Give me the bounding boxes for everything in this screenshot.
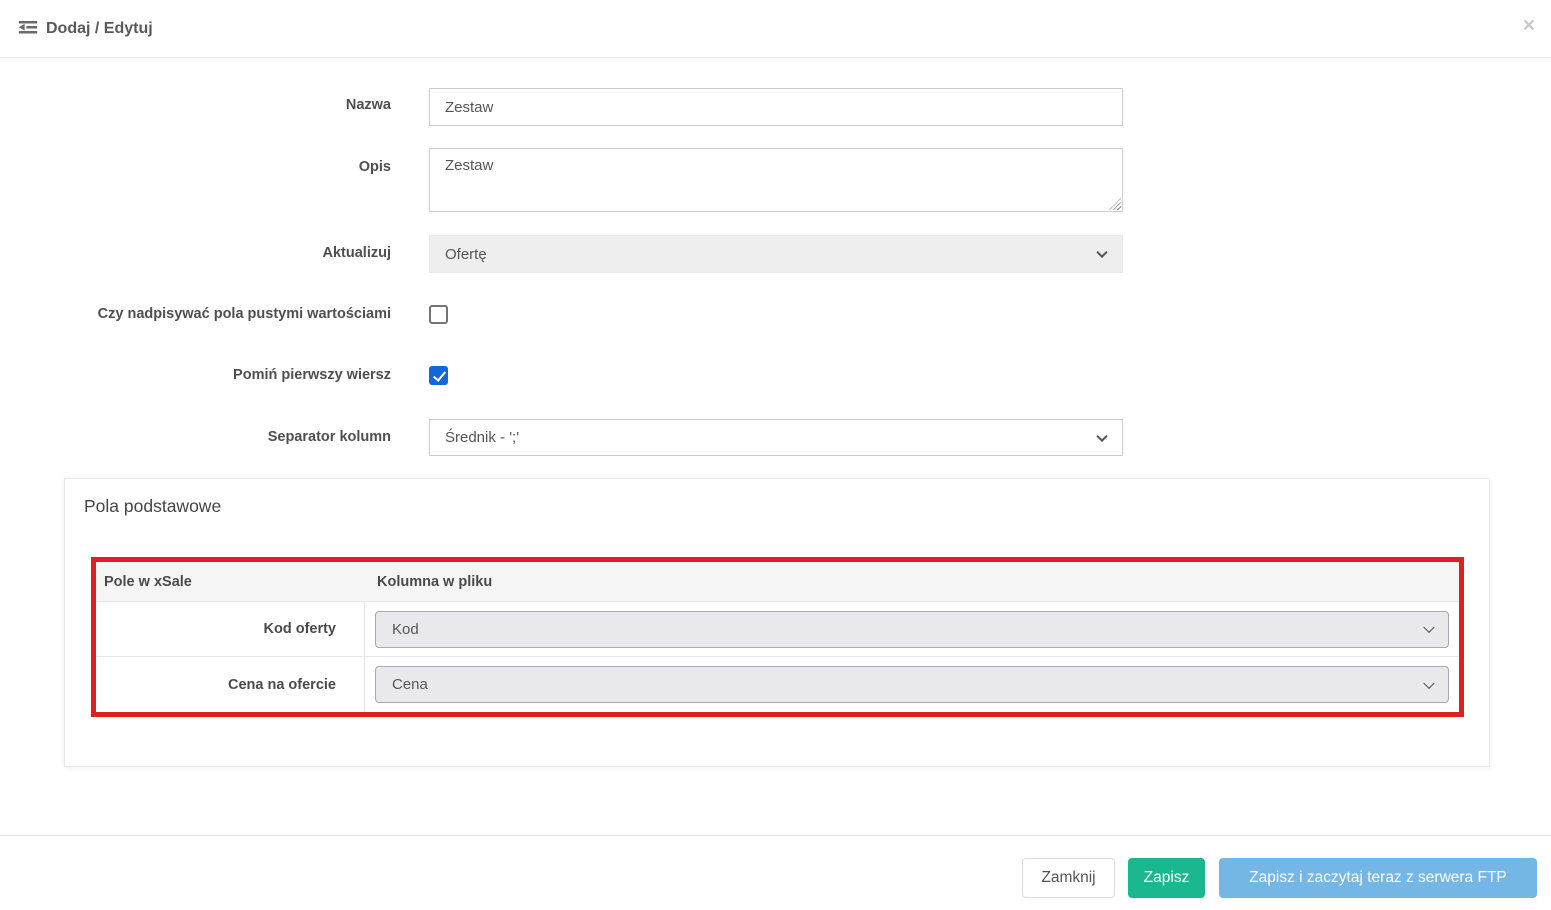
aktualizuj-label: Aktualizuj <box>0 245 391 261</box>
close-icon[interactable]: × <box>1523 15 1535 36</box>
add-edit-modal: Dodaj / Edytuj × Nazwa Opis Zestaw Aktua… <box>0 0 1551 910</box>
separator-selected-value: Średnik - ';' <box>445 429 519 446</box>
modal-title: Dodaj / Edytuj <box>46 20 153 38</box>
chevron-down-icon <box>1096 430 1107 441</box>
table-header-row: Pole w xSale Kolumna w pliku <box>96 562 1459 602</box>
nadpisywac-checkbox[interactable] <box>429 305 448 324</box>
separator-label: Separator kolumn <box>0 429 391 445</box>
kod-oferty-select[interactable]: Kod <box>375 611 1449 648</box>
field-label: Kod oferty <box>96 602 365 656</box>
opis-textarea-wrap: Zestaw <box>429 148 1123 212</box>
aktualizuj-selected-value: Ofertę <box>445 246 487 263</box>
table-row: Cena na ofercie Cena <box>96 657 1459 712</box>
close-button[interactable]: Zamknij <box>1022 858 1115 898</box>
header-kolumna-w-pliku: Kolumna w pliku <box>365 574 1459 590</box>
aktualizuj-select[interactable]: Ofertę <box>429 235 1123 273</box>
chevron-down-icon <box>1423 677 1434 688</box>
field-label: Cena na ofercie <box>96 657 365 712</box>
kod-oferty-selected-value: Kod <box>392 621 419 638</box>
pomin-checkbox[interactable] <box>429 366 448 385</box>
pomin-label: Pomiń pierwszy wiersz <box>0 367 391 383</box>
nazwa-label: Nazwa <box>0 97 391 113</box>
header-pole-w-xsale: Pole w xSale <box>96 574 365 590</box>
nadpisywac-label: Czy nadpisywać pola pustymi wartościami <box>0 306 391 322</box>
mapping-table: Pole w xSale Kolumna w pliku Kod oferty … <box>96 562 1459 712</box>
opis-label: Opis <box>0 159 391 175</box>
separator-select[interactable]: Średnik - ';' <box>429 419 1123 456</box>
save-button[interactable]: Zapisz <box>1128 858 1205 898</box>
save-and-load-ftp-button[interactable]: Zapisz i zaczytaj teraz z serwera FTP <box>1219 858 1537 898</box>
nazwa-input[interactable] <box>429 88 1123 126</box>
cena-na-ofercie-select[interactable]: Cena <box>375 666 1449 703</box>
indent-decrease-icon <box>18 20 38 37</box>
footer-divider <box>0 835 1551 836</box>
chevron-down-icon <box>1423 622 1434 633</box>
opis-textarea[interactable]: Zestaw <box>429 148 1123 212</box>
modal-header: Dodaj / Edytuj × <box>0 0 1551 58</box>
pola-podstawowe-panel: Pola podstawowe Pole w xSale Kolumna w p… <box>64 478 1490 767</box>
cena-na-ofercie-selected-value: Cena <box>392 676 428 693</box>
chevron-down-icon <box>1096 247 1107 258</box>
panel-title: Pola podstawowe <box>84 496 221 517</box>
table-row: Kod oferty Kod <box>96 602 1459 657</box>
highlight-annotation: Pole w xSale Kolumna w pliku Kod oferty … <box>91 557 1464 717</box>
